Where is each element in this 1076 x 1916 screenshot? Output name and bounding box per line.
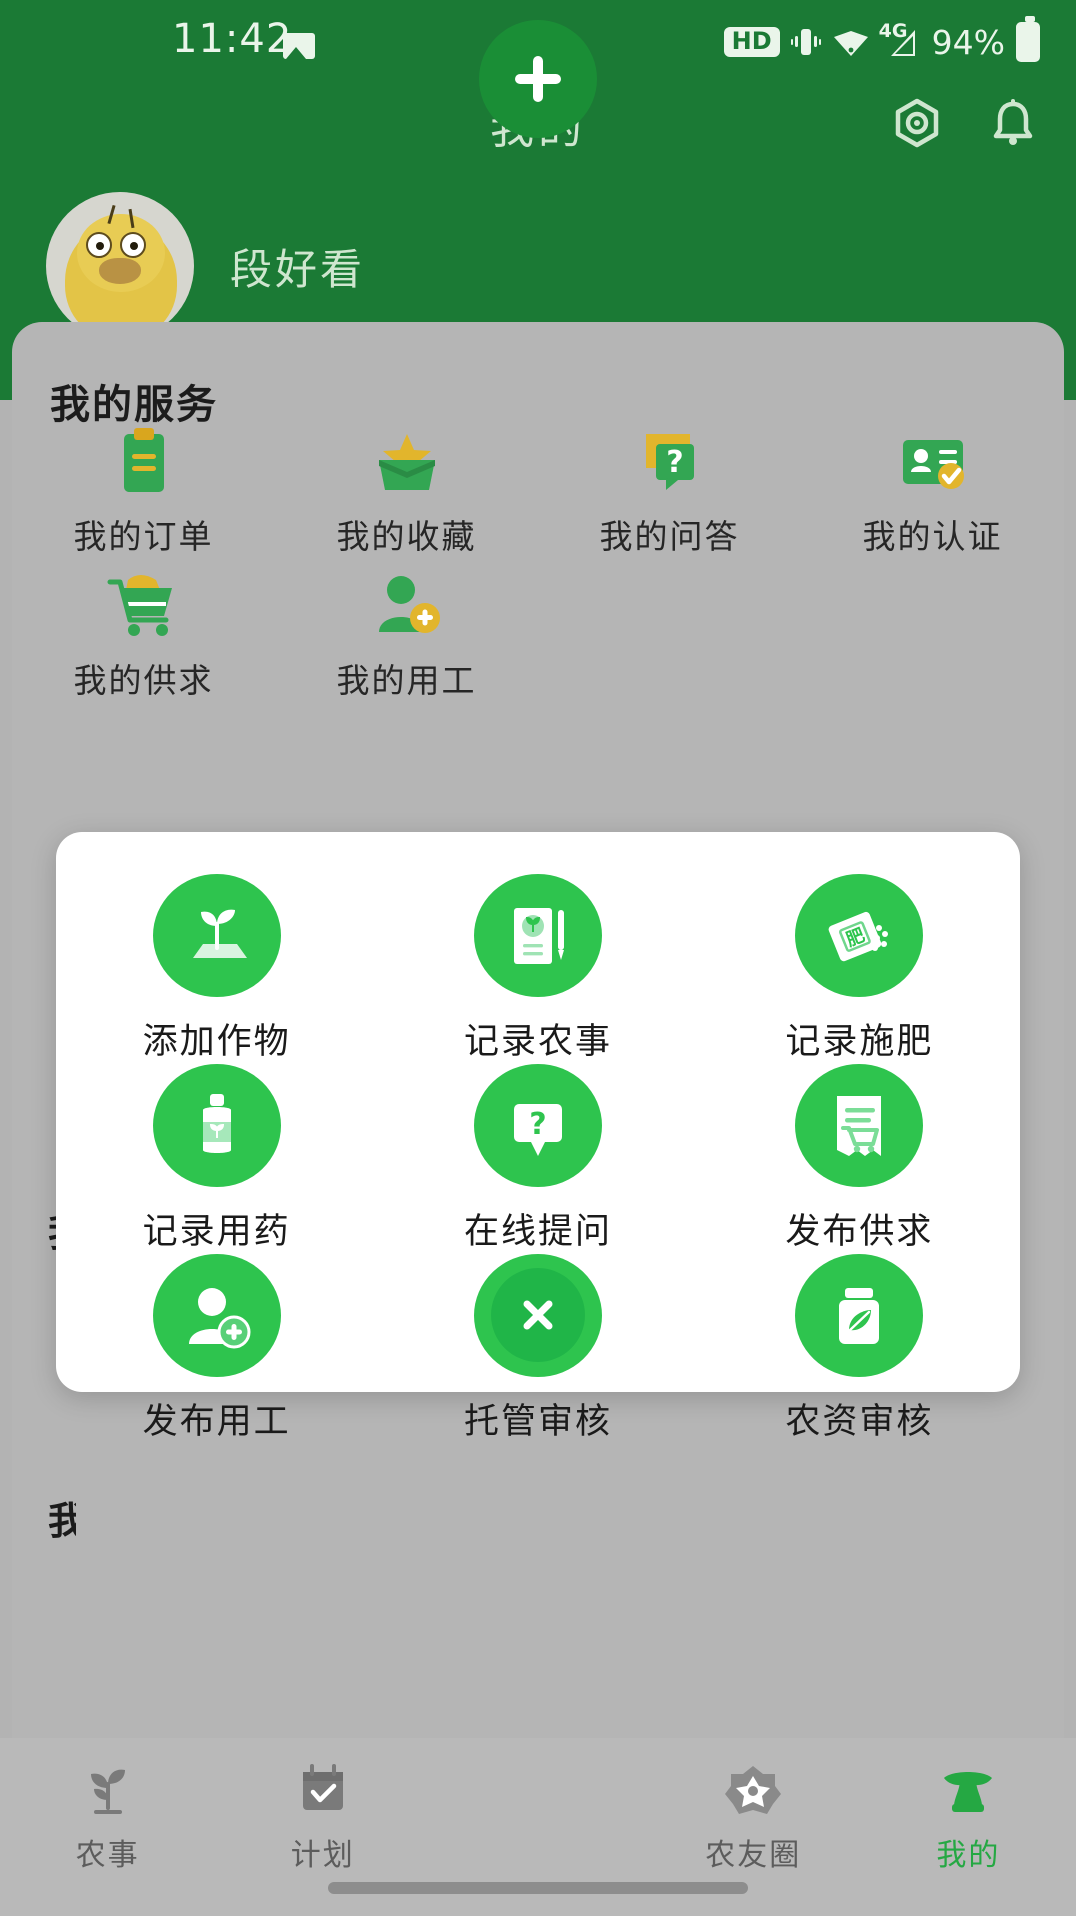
id-card-check-icon (902, 440, 964, 489)
service-item-my-qa[interactable]: ? 我的问答 (538, 424, 801, 568)
quick-action-label: 添加作物 (142, 1022, 291, 1061)
add-button[interactable] (479, 20, 597, 138)
quick-action-publish-supply-demand[interactable]: 发布供求 (699, 1064, 1020, 1254)
battery-icon (1016, 16, 1040, 62)
clipboard-icon (123, 428, 164, 492)
icon-circle (152, 1254, 281, 1377)
calendar-check-icon (302, 1764, 343, 1810)
star-box-icon (378, 434, 435, 490)
home-indicator (328, 1882, 748, 1894)
status-bar-right-group: HD 4G 94% (723, 16, 1040, 62)
settings-hexagon-icon[interactable] (890, 96, 944, 150)
quick-action-agri-supplies-review[interactable]: 农资审核 (699, 1254, 1020, 1444)
network-type-label: 4G (878, 20, 908, 42)
duck-beak (99, 258, 141, 284)
service-label: 我的问答 (599, 518, 740, 555)
service-label: 我的用工 (336, 662, 477, 699)
close-x-icon (523, 1300, 553, 1330)
nav-tab-center-placeholder (430, 1738, 645, 1760)
profile-row[interactable]: 段好看 (46, 192, 365, 340)
flower-circle-icon (725, 1766, 782, 1814)
sprout-field-icon (192, 909, 247, 958)
icon-circle (795, 1064, 924, 1187)
nav-tab-label: 农事 (75, 1839, 140, 1872)
jar-leaf-icon (839, 1287, 880, 1344)
nav-tab-label: 我的 (936, 1839, 1001, 1872)
quick-action-publish-labor[interactable]: 发布用工 (56, 1254, 377, 1444)
nav-tab-mine[interactable]: 我的 (861, 1738, 1076, 1874)
user-name: 段好看 (230, 245, 366, 293)
app-screen: 11:42 HD 4G 94% 段好看 我的服务 我的订单 我的收藏 ? 我的问… (0, 0, 1076, 1916)
icon-circle (473, 874, 602, 997)
shopping-cart-icon (107, 575, 172, 636)
nav-tab-label: 计划 (290, 1839, 355, 1872)
quick-action-record-fertilizer[interactable]: 肥 记录施肥 (699, 874, 1020, 1064)
svg-text:?: ? (529, 1107, 546, 1142)
quick-action-add-crop[interactable]: 添加作物 (56, 874, 377, 1064)
section-title-my-services: 我的服务 (50, 383, 218, 427)
service-item-my-favorites[interactable]: 我的收藏 (275, 424, 538, 568)
cellular-signal-icon: 4G (879, 20, 921, 60)
battery-percent: 94% (931, 22, 1005, 62)
service-label: 我的认证 (862, 518, 1003, 555)
question-bubble-icon: ? (645, 434, 694, 490)
quick-action-label: 发布用工 (142, 1402, 291, 1441)
vibrate-icon (790, 29, 821, 55)
quick-action-label: 农资审核 (785, 1402, 934, 1441)
icon-circle: ? (473, 1064, 602, 1187)
quick-action-ask-online[interactable]: ? 在线提问 (377, 1064, 698, 1254)
duck-eye-right (120, 232, 146, 258)
navbar-actions (890, 96, 1040, 150)
svg-text:?: ? (666, 445, 683, 480)
avatar[interactable] (46, 192, 194, 340)
duck-eye-left (86, 232, 112, 258)
quick-action-record-farming[interactable]: 记录农事 (377, 874, 698, 1064)
nav-tab-farming[interactable]: 农事 (0, 1738, 215, 1874)
hd-badge: HD (723, 26, 780, 58)
question-bubble-icon: ? (513, 1103, 562, 1156)
service-label: 我的收藏 (336, 518, 477, 555)
plus-icon (515, 56, 561, 102)
document-cart-icon (837, 1095, 882, 1156)
quick-action-label: 记录农事 (463, 1022, 612, 1061)
photo-icon (283, 33, 315, 59)
background-section-title-partial: 我 (48, 1501, 76, 1543)
nav-tab-plan[interactable]: 计划 (215, 1738, 430, 1874)
my-services-grid: 我的订单 我的收藏 ? 我的问答 我的认证 我的供求 我的用工 (12, 424, 1064, 712)
quick-action-label: 记录施肥 (785, 1022, 934, 1061)
icon-circle (152, 874, 281, 997)
person-plus-icon (188, 1287, 251, 1348)
quick-action-label: 记录用药 (142, 1212, 291, 1251)
person-icon (944, 1772, 993, 1812)
bell-icon[interactable] (986, 96, 1040, 150)
quick-action-label: 发布供求 (785, 1212, 934, 1251)
quick-action-modal: 添加作物 记录农事 肥 记录施肥 记录用药 ? 在线提问 发布供求 发布用工 托… (56, 832, 1020, 1441)
close-modal-button[interactable] (491, 1268, 585, 1362)
service-label: 我的订单 (73, 518, 214, 555)
plant-icon (90, 1769, 125, 1814)
service-label: 我的供求 (73, 662, 214, 699)
wifi-icon (833, 31, 868, 56)
quick-action-record-pesticide[interactable]: 记录用药 (56, 1064, 377, 1254)
icon-circle (795, 1254, 924, 1377)
quick-action-label: 托管审核 (463, 1402, 612, 1441)
medicine-bottle-icon (202, 1093, 231, 1153)
service-item-my-supply-demand[interactable]: 我的供求 (12, 568, 275, 712)
service-item-my-certification[interactable]: 我的认证 (801, 424, 1064, 568)
fertilizer-bag-icon: 肥 (828, 911, 889, 961)
person-plus-icon (378, 576, 440, 633)
icon-circle: 肥 (795, 874, 924, 997)
icon-circle (152, 1064, 281, 1187)
quick-action-label: 在线提问 (463, 1212, 612, 1251)
service-item-my-labor[interactable]: 我的用工 (275, 568, 538, 712)
status-bar-clock: 11:42 (172, 16, 293, 62)
notebook-pencil-icon (513, 907, 564, 964)
nav-tab-farmer-circle[interactable]: 农友圈 (646, 1738, 861, 1874)
nav-tab-label: 农友圈 (705, 1839, 802, 1872)
service-item-my-orders[interactable]: 我的订单 (12, 424, 275, 568)
